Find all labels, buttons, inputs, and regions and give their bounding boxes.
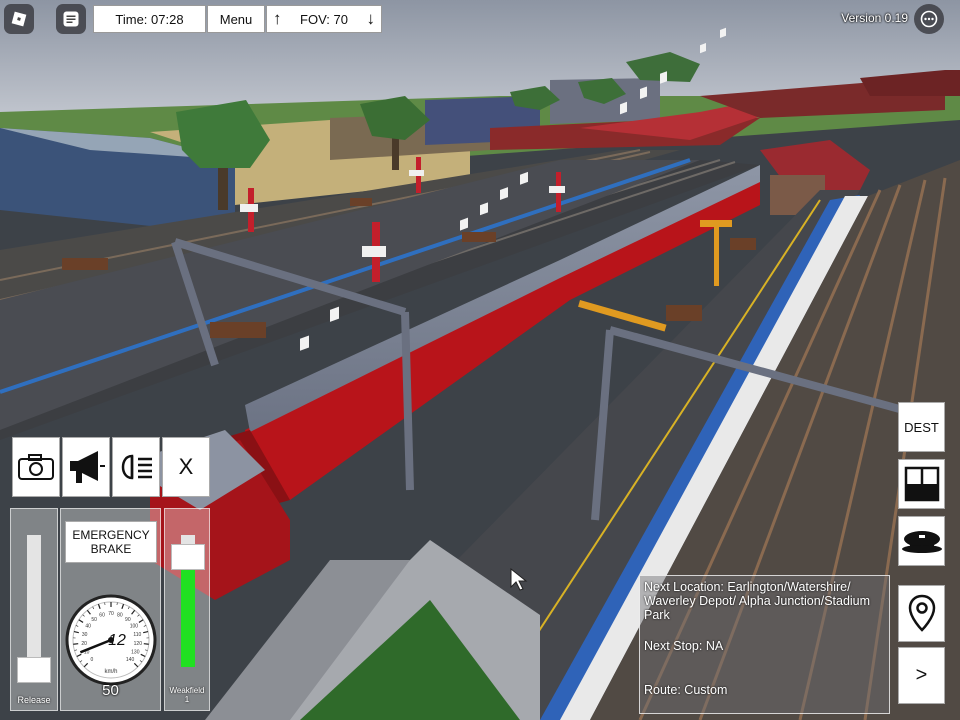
weakfield-slider-handle[interactable] xyxy=(171,544,205,571)
destination-button[interactable]: DEST xyxy=(898,402,945,452)
gauge-tick-label: 100 xyxy=(130,624,139,630)
speed-limit-value: 50 xyxy=(102,682,119,699)
time-text: Time: 07:28 xyxy=(115,11,184,27)
close-controls-button[interactable]: X xyxy=(162,437,210,497)
speedometer: 0102030405060 70 8090100110120130140 12 km… xyxy=(65,594,157,686)
speed-panel: EMERGENCY BRAKE 0 10 20 30 40 50 60 70 80 90 100 11… xyxy=(60,508,161,711)
next-stop: Next Stop: NA xyxy=(644,639,724,653)
gauge-tick-label: 0 xyxy=(91,657,94,663)
menu-button[interactable]: Menu xyxy=(207,5,265,33)
camera-icon xyxy=(18,454,54,480)
gauge-tick xyxy=(73,643,79,645)
horn-button[interactable] xyxy=(62,437,110,497)
fov-control: ↑ FOV: 70 ↓ xyxy=(266,5,382,33)
dest-label: DEST xyxy=(904,419,939,435)
gauge-tick-label: 130 xyxy=(131,650,140,656)
top-bar: Time: 07:28 Menu ↑ FOV: 70 ↓ Version 0.1… xyxy=(0,4,960,34)
gauge-tick-label: 30 xyxy=(82,632,88,638)
headlight-button[interactable] xyxy=(112,437,160,497)
gauge-tick-label: 40 xyxy=(85,624,91,630)
emergency-brake-button[interactable]: EMERGENCY BRAKE xyxy=(65,521,157,563)
driver-cap-icon xyxy=(901,531,942,553)
mouse-cursor-icon xyxy=(510,568,528,591)
camera-button[interactable] xyxy=(12,437,60,497)
gauge-tick-label: 140 xyxy=(126,657,135,663)
gauge-tick xyxy=(143,643,149,645)
gauge-tick-label: 70 xyxy=(108,611,114,617)
horn-icon xyxy=(70,451,105,483)
next-button[interactable]: > xyxy=(898,647,945,704)
time-display: Time: 07:28 xyxy=(93,5,206,33)
headlight-icon xyxy=(121,454,152,480)
next-location: Next Location: Earlington/Watershire/ Wa… xyxy=(644,580,871,622)
speed-unit: km/h xyxy=(104,669,117,675)
menu-label: Menu xyxy=(219,11,253,27)
route-info-panel: Next Location: Earlington/Watershire/ Wa… xyxy=(639,575,890,714)
gauge-tick-label: 90 xyxy=(125,617,131,623)
next-label: > xyxy=(915,664,928,686)
split-screen-icon xyxy=(904,466,939,502)
weakfield-panel: Weakfield 1 xyxy=(164,508,210,711)
weakfield-value: 1 xyxy=(184,695,190,704)
quick-controls: X xyxy=(12,437,210,497)
weakfield-label-text: Weakfield xyxy=(169,686,205,695)
arrow-down-icon[interactable]: ↓ xyxy=(367,9,376,29)
gauge-tick-label: 80 xyxy=(117,613,123,619)
release-track[interactable] xyxy=(27,535,41,670)
arrow-up-icon[interactable]: ↑ xyxy=(273,9,282,29)
gauge-tick-label: 110 xyxy=(133,632,141,638)
chat-button[interactable] xyxy=(56,4,86,34)
route: Route: Custom xyxy=(644,683,728,697)
location-pin-button[interactable] xyxy=(898,585,945,642)
speed-readout: 12 xyxy=(108,632,126,649)
release-slider-handle[interactable] xyxy=(17,657,51,683)
gauge-tick-label: 60 xyxy=(99,613,105,619)
weakfield-label: Weakfield 1 xyxy=(165,686,209,704)
gauge-tick-label: 120 xyxy=(134,641,143,647)
weakfield-level-bar xyxy=(181,557,195,667)
location-pin-icon xyxy=(908,594,935,632)
ellipsis-icon xyxy=(920,10,938,28)
version-label: Version 0.19 xyxy=(841,11,908,25)
release-panel: Release xyxy=(10,508,58,711)
close-label: X xyxy=(178,454,194,479)
release-label: Release xyxy=(17,695,51,705)
fov-value: FOV: 70 xyxy=(300,11,348,27)
more-options-button[interactable] xyxy=(914,4,944,34)
chat-icon xyxy=(63,11,79,27)
roblox-logo-icon xyxy=(11,11,27,27)
gauge-tick-label: 50 xyxy=(91,617,97,623)
driver-cap-button[interactable] xyxy=(898,516,945,566)
split-view-button[interactable] xyxy=(898,459,945,509)
gauge-tick-label: 20 xyxy=(81,641,87,647)
roblox-menu-button[interactable] xyxy=(4,4,34,34)
